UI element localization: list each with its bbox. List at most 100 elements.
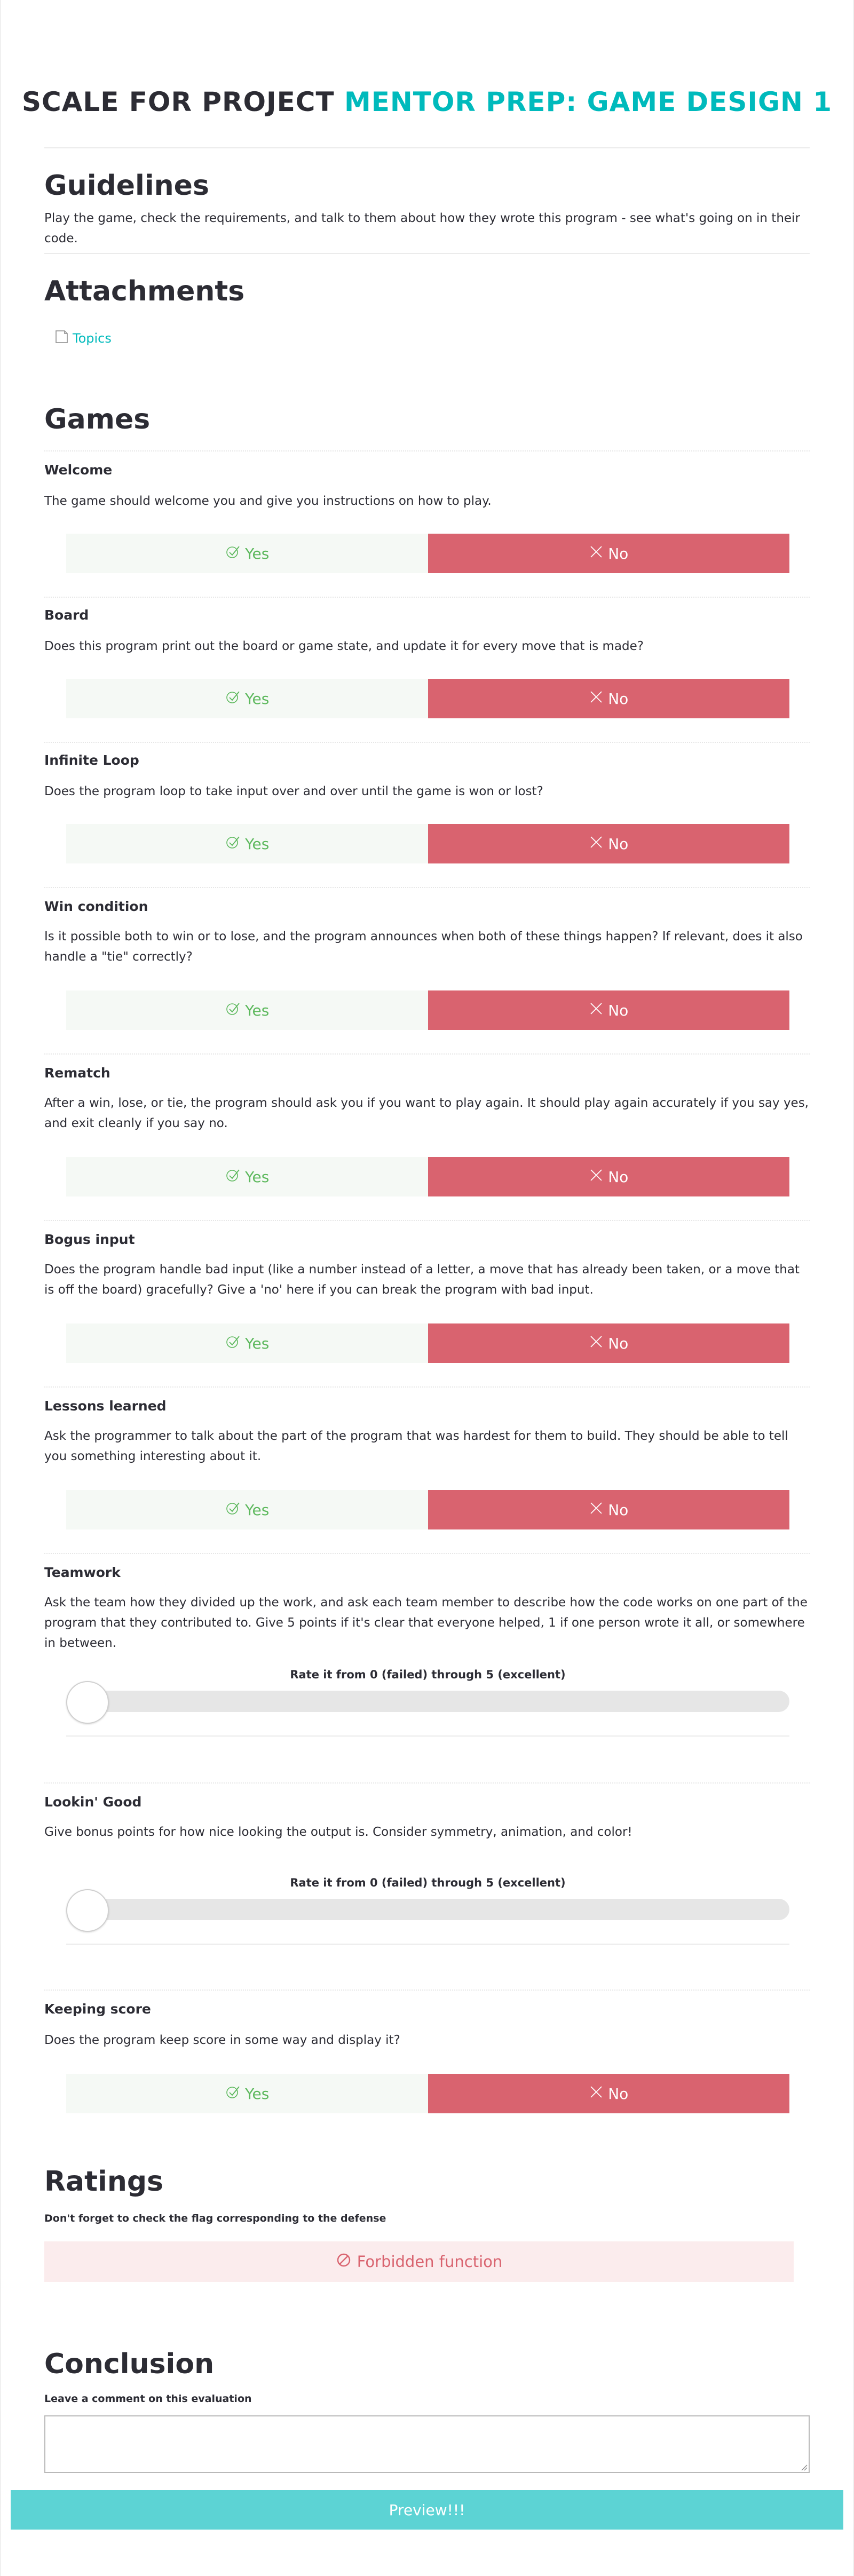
yes-button[interactable]: Yes [66, 1157, 428, 1196]
no-label: No [608, 835, 629, 853]
slider-thumb[interactable] [66, 1681, 109, 1724]
rating-slider[interactable] [66, 1889, 789, 1932]
close-icon [589, 2084, 604, 2103]
title-prefix: SCALE FOR PROJECT [21, 86, 335, 117]
divider [44, 253, 810, 254]
slider-track [66, 1691, 789, 1712]
yes-button[interactable]: Yes [66, 824, 428, 863]
close-icon [589, 1168, 604, 1186]
no-button[interactable]: No [428, 1323, 789, 1363]
yes-label: Yes [245, 835, 270, 853]
answer-group: Yes No [66, 1490, 789, 1529]
yes-button[interactable]: Yes [66, 990, 428, 1030]
preview-button[interactable]: Preview!!! [11, 2490, 843, 2530]
yes-label: Yes [245, 1168, 270, 1186]
question-title: Rematch [44, 1065, 110, 1081]
question-title: Keeping score [44, 2001, 151, 2017]
check-icon [225, 1334, 241, 1353]
question-text: Ask the team how they divided up the wor… [44, 1596, 808, 1650]
yes-button[interactable]: Yes [66, 2074, 428, 2113]
project-name: MENTOR PREP: GAME DESIGN 1 [344, 86, 833, 117]
divider [44, 1386, 810, 1388]
question-text: After a win, lose, or tie, the program s… [44, 1096, 809, 1130]
divider [44, 742, 810, 743]
divider [66, 1944, 789, 1945]
close-icon [589, 1501, 604, 1519]
yes-button[interactable]: Yes [66, 679, 428, 718]
close-icon [589, 835, 604, 853]
check-icon [225, 1167, 241, 1187]
no-button[interactable]: No [428, 2074, 789, 2113]
question-text: Does the program loop to take input over… [44, 784, 543, 798]
comment-label: Leave a comment on this evaluation [44, 2393, 252, 2405]
answer-group: Yes No [66, 1157, 789, 1196]
question-title: Teamwork [44, 1565, 121, 1580]
slider-thumb[interactable] [66, 1889, 109, 1932]
no-label: No [608, 1334, 629, 1352]
no-button[interactable]: No [428, 990, 789, 1030]
divider [44, 1053, 810, 1055]
ratings-heading: Ratings [44, 2166, 164, 2198]
divider [44, 1782, 810, 1784]
divider [44, 1553, 810, 1554]
check-icon [225, 1001, 241, 1020]
close-icon [589, 544, 604, 563]
divider [44, 887, 810, 888]
rating-label: Rate it from 0 (failed) through 5 (excel… [290, 1668, 566, 1681]
yes-label: Yes [245, 1334, 270, 1352]
conclusion-heading: Conclusion [44, 2348, 215, 2380]
divider [44, 597, 810, 598]
rating-label: Rate it from 0 (failed) through 5 (excel… [290, 1876, 566, 1889]
guidelines-heading: Guidelines [44, 170, 209, 202]
question-title: Welcome [44, 462, 113, 478]
divider [44, 1990, 810, 1991]
question-title: Lessons learned [44, 1398, 167, 1414]
question-title: Win condition [44, 899, 148, 914]
check-icon [225, 689, 241, 709]
ratings-note: Don't forget to check the flag correspon… [44, 2213, 386, 2224]
resize-grip-icon[interactable] [799, 2462, 808, 2471]
page-title: SCALE FOR PROJECT MENTOR PREP: GAME DESI… [0, 86, 854, 117]
yes-button[interactable]: Yes [66, 1490, 428, 1529]
slider-track [66, 1899, 789, 1920]
yes-label: Yes [245, 2084, 270, 2103]
close-icon [589, 1001, 604, 1020]
no-label: No [608, 689, 629, 708]
answer-group: Yes No [66, 534, 789, 573]
divider [66, 1735, 789, 1737]
attachments-heading: Attachments [44, 275, 245, 307]
answer-group: Yes No [66, 990, 789, 1030]
no-button[interactable]: No [428, 679, 789, 718]
check-icon [225, 544, 241, 564]
question-text: Is it possible both to win or to lose, a… [44, 930, 803, 964]
forbidden-icon [336, 2252, 352, 2272]
yes-button[interactable]: Yes [66, 1323, 428, 1363]
no-button[interactable]: No [428, 824, 789, 863]
yes-label: Yes [245, 1501, 270, 1519]
question-text: Does the program handle bad input (like … [44, 1263, 800, 1297]
divider [44, 1220, 810, 1221]
check-icon [225, 2084, 241, 2104]
no-label: No [608, 1001, 629, 1019]
question-title: Board [44, 607, 89, 623]
flag-forbidden-function[interactable]: Forbidden function [44, 2241, 794, 2282]
no-button[interactable]: No [428, 1157, 789, 1196]
attachment-link-topics[interactable]: Topics [53, 329, 112, 348]
yes-label: Yes [245, 544, 270, 562]
no-button[interactable]: No [428, 1490, 789, 1529]
check-icon [225, 834, 241, 854]
yes-label: Yes [245, 1001, 270, 1019]
flag-label: Forbidden function [357, 2253, 503, 2271]
no-label: No [608, 2084, 629, 2103]
no-button[interactable]: No [428, 534, 789, 573]
document-icon [53, 329, 69, 348]
attachment-label: Topics [73, 331, 112, 346]
question-title: Infinite Loop [44, 752, 139, 768]
comment-textarea[interactable] [44, 2415, 810, 2473]
rating-slider[interactable] [66, 1681, 789, 1724]
no-label: No [608, 1168, 629, 1186]
question-text: Ask the programmer to talk about the par… [44, 1429, 788, 1463]
answer-group: Yes No [66, 679, 789, 718]
question-text: Give bonus points for how nice looking t… [44, 1825, 632, 1839]
yes-button[interactable]: Yes [66, 534, 428, 573]
